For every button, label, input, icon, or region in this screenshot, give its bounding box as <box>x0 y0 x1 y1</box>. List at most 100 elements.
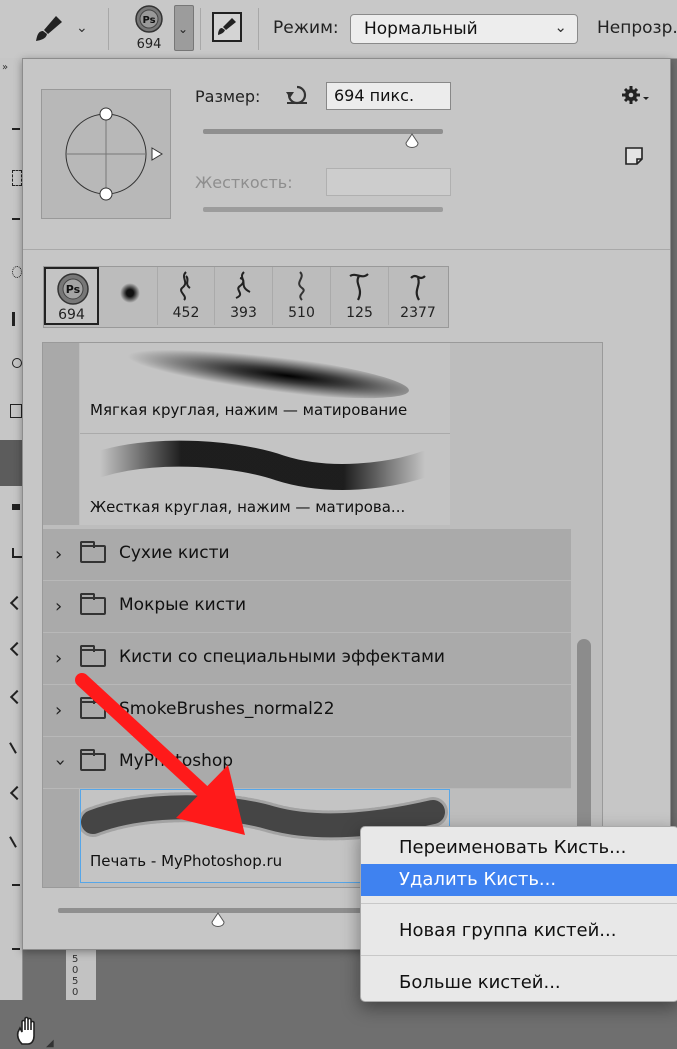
tool-icon[interactable] <box>9 836 17 848</box>
recent-brush-size: 2377 <box>400 305 436 321</box>
size-label: Размер: <box>195 87 261 106</box>
tool-icon[interactable] <box>12 128 20 130</box>
size-input[interactable]: 694 пикс. <box>326 82 451 110</box>
menu-item-rename-brush[interactable]: Переименовать Кисть... <box>361 832 677 864</box>
chevron-down-icon[interactable]: › <box>50 759 71 766</box>
menu-item-more-brushes[interactable]: Больше кистей... <box>361 967 677 999</box>
brush-preset-name: Мягкая круглая, нажим — матирование <box>90 401 408 419</box>
tool-icon[interactable] <box>12 218 20 220</box>
recent-brush-size: 694 <box>58 307 85 323</box>
tool-icon[interactable] <box>10 404 22 418</box>
recent-brush-2377[interactable]: 2377 <box>389 267 447 325</box>
recent-brush-125[interactable]: 125 <box>331 267 389 325</box>
folder-icon <box>80 593 106 615</box>
recent-brush-size: 510 <box>288 305 315 321</box>
brush-tool-icon[interactable] <box>32 12 66 46</box>
smoke-brush-icon <box>349 273 369 301</box>
chevron-right-icon[interactable]: › <box>55 700 62 721</box>
soft-stroke-preview <box>118 343 412 409</box>
chevron-right-icon[interactable]: › <box>55 544 62 565</box>
mode-select[interactable]: Нормальный ⌄ <box>350 14 578 44</box>
brush-preset-name: Жесткая круглая, нажим — матирова... <box>90 498 406 516</box>
reset-size-icon[interactable] <box>285 84 309 106</box>
tools-panel: » ◢ <box>0 58 54 1049</box>
brush-settings-icon <box>218 18 236 35</box>
tool-icon[interactable] <box>12 358 22 368</box>
recent-brush-soft-round[interactable] <box>101 267 158 325</box>
thumbnail-size-slider-thumb[interactable] <box>208 912 228 930</box>
group-indent <box>43 343 79 525</box>
brush-settings-toggle-button[interactable] <box>212 12 242 42</box>
group-name: Сухие кисти <box>119 543 230 563</box>
tool-icon[interactable] <box>12 948 20 950</box>
brush-group-wet[interactable]: › Мокрые кисти <box>43 581 571 633</box>
svg-text:Ps: Ps <box>142 15 155 26</box>
menu-separator <box>361 903 677 904</box>
ps-brush-icon: Ps <box>57 273 89 305</box>
recent-brush-size: 452 <box>172 305 200 321</box>
group-name: Кисти со специальными эффектами <box>119 647 445 667</box>
ps-brush-thumbnail-icon[interactable]: Ps <box>134 4 164 34</box>
chevron-down-icon: ⌄ <box>554 18 567 36</box>
menu-item-label: Переименовать Кисть... <box>399 837 627 858</box>
folder-icon <box>80 541 106 563</box>
hardness-slider[interactable] <box>203 207 443 212</box>
smoke-brush-icon <box>410 274 426 301</box>
soft-round-brush-icon <box>120 283 140 303</box>
brush-preset-name: Печать - MyPhotoshop.ru <box>90 852 283 870</box>
size-slider-thumb[interactable] <box>402 133 422 151</box>
hand-tool-icon[interactable] <box>14 1014 46 1048</box>
mode-label: Режим: <box>273 18 339 38</box>
options-bar: ⌄ Ps 694 ⌄ Режим: Нормальный ⌄ Непрозр. <box>0 0 677 59</box>
hard-stroke-preview <box>87 440 438 490</box>
smoke-brush-icon <box>235 271 251 299</box>
folder-icon <box>80 645 106 667</box>
hardness-label: Жесткость: <box>195 173 293 192</box>
active-tool-highlight[interactable] <box>0 440 22 486</box>
recent-brush-694[interactable]: Ps 694 <box>44 267 99 325</box>
hardness-input[interactable] <box>326 168 451 196</box>
smoke-brush-icon <box>180 271 191 301</box>
menu-item-new-brush-group[interactable]: Новая группа кистей... <box>361 915 677 947</box>
recent-brush-size: 393 <box>230 305 257 321</box>
corner-triangle-icon: ◢ <box>46 1038 54 1049</box>
recent-brush-510[interactable]: 510 <box>273 267 331 325</box>
gear-icon[interactable] <box>621 85 651 107</box>
brush-angle-roundness-control[interactable] <box>42 90 170 218</box>
svg-text:Ps: Ps <box>66 283 81 296</box>
chevron-down-icon[interactable]: ⌄ <box>76 20 88 36</box>
recent-brush-452[interactable]: 452 <box>158 267 215 325</box>
recent-brush-size: 125 <box>346 305 373 321</box>
new-preset-icon[interactable] <box>623 145 645 167</box>
ruler: 5050 <box>66 948 96 1000</box>
chevron-right-icon[interactable]: › <box>55 648 62 669</box>
divider <box>23 249 670 250</box>
brush-picker-dropdown-button[interactable]: ⌄ <box>174 5 194 51</box>
smoke-brush-icon <box>298 271 305 301</box>
brush-tip-preview[interactable] <box>41 89 171 219</box>
marquee-tool-icon[interactable] <box>12 170 22 186</box>
tool-icon[interactable] <box>12 548 22 558</box>
brush-preset-item[interactable]: Мягкая круглая, нажим — матирование <box>80 343 450 434</box>
mode-select-value: Нормальный <box>364 19 478 39</box>
red-arrow-annotation <box>75 673 245 835</box>
recent-brush-393[interactable]: 393 <box>215 267 273 325</box>
expand-panel-icon[interactable]: » <box>2 62 8 73</box>
size-input-value: 694 пикс. <box>334 86 415 105</box>
lasso-tool-icon[interactable] <box>12 266 22 278</box>
opacity-label: Непрозр. <box>597 18 677 38</box>
crop-tool-icon[interactable] <box>12 312 15 326</box>
menu-item-label: Больше кистей... <box>399 972 561 993</box>
menu-item-delete-brush[interactable]: Удалить Кисть... <box>361 864 677 896</box>
tool-icon[interactable] <box>12 884 20 886</box>
chevron-right-icon[interactable]: › <box>55 596 62 617</box>
tool-icon[interactable] <box>12 504 20 510</box>
pen-tool-icon[interactable] <box>9 742 17 754</box>
menu-item-label: Новая группа кистей... <box>399 920 617 941</box>
brush-preset-item[interactable]: Жесткая круглая, нажим — матирова... <box>80 434 450 525</box>
menu-item-label: Удалить Кисть... <box>399 869 557 890</box>
context-menu: Переименовать Кисть... Удалить Кисть... … <box>360 826 677 1002</box>
brush-group-dry[interactable]: › Сухие кисти <box>43 529 571 581</box>
menu-separator <box>361 955 677 956</box>
group-name: Мокрые кисти <box>119 595 247 615</box>
